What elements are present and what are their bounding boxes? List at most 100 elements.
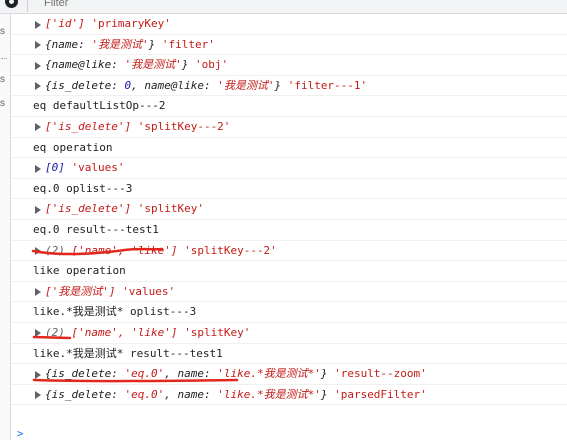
message-text: ['我是测试'] 'values' xyxy=(34,285,175,298)
message-token: '我是测试' xyxy=(124,58,182,72)
expand-triangle-icon[interactable] xyxy=(35,164,41,173)
message-token: 'primaryKey' xyxy=(84,17,171,30)
message-text: like operation xyxy=(33,264,126,277)
message-token: ['name', 'like'] xyxy=(71,243,178,257)
console-prompt-icon[interactable]: > xyxy=(17,427,24,440)
message-text: ['id'] 'primaryKey' xyxy=(34,17,171,30)
message-token: 'filter' xyxy=(155,37,215,51)
message-token: [0] xyxy=(45,161,65,175)
expand-triangle-icon[interactable] xyxy=(35,288,41,297)
message-token: 'parsedFilter' xyxy=(327,387,427,401)
message-token: eq operation xyxy=(33,140,113,154)
console-object-entry[interactable]: {name: '我是测试'} 'filter' xyxy=(11,35,567,56)
message-text: [0] 'values' xyxy=(34,161,124,174)
console-object-entry[interactable]: ['is_delete'] 'splitKey' xyxy=(11,199,567,220)
message-token: ['name', 'like'] xyxy=(71,325,178,339)
message-token: ['我是测试'] xyxy=(45,284,116,298)
console-object-entry[interactable]: {is_delete: 'eq.0', name: 'like.*我是测试*'}… xyxy=(11,364,567,385)
message-token: like.*我是测试* result---test1 xyxy=(33,346,223,360)
message-token: eq.0 result---test1 xyxy=(33,222,159,236)
message-token: 'like.*我是测试*' xyxy=(217,367,321,381)
console-log: ['id'] 'primaryKey' {name: '我是测试'} 'filte… xyxy=(11,14,567,406)
message-text: {is_delete: 'eq.0', name: 'like.*我是测试*'}… xyxy=(34,367,427,380)
console-object-entry[interactable]: {is_delete: 0, name@like: '我是测试'} 'filte… xyxy=(11,76,567,97)
message-text: ['is_delete'] 'splitKey---2' xyxy=(34,120,230,133)
message-token: 'result--zoom' xyxy=(327,367,427,381)
message-token: , name@like: xyxy=(131,78,218,92)
message-token: 'obj' xyxy=(188,58,229,72)
message-text: eq.0 result---test1 xyxy=(33,223,159,236)
message-text: {is_delete: 'eq.0', name: 'like.*我是测试*'}… xyxy=(34,388,427,401)
message-text: eq.0 oplist---3 xyxy=(33,182,132,195)
console-message: eq.0 oplist---3 xyxy=(11,179,567,200)
message-token: 'splitKey' xyxy=(177,325,251,339)
toolbar-divider xyxy=(27,0,28,12)
message-token: ['is_delete'] xyxy=(45,119,132,133)
left-sidebar-edge: s s s xyxy=(0,14,11,440)
console-toolbar xyxy=(0,0,567,14)
console-object-entry[interactable]: ['我是测试'] 'values' xyxy=(11,282,567,303)
message-text: like.*我是测试* oplist---3 xyxy=(33,305,196,318)
filter-input[interactable] xyxy=(44,0,344,10)
message-token: {name@like: xyxy=(45,58,125,72)
message-text: (2) ['name', 'like'] 'splitKey' xyxy=(34,326,250,339)
console-object-entry[interactable]: ['is_delete'] 'splitKey---2' xyxy=(11,117,567,138)
message-token: eq defaultListOp---2 xyxy=(33,99,166,113)
console-message: eq operation xyxy=(11,138,567,159)
message-text: eq operation xyxy=(33,141,112,154)
expand-triangle-icon[interactable] xyxy=(35,41,41,50)
console-object-entry[interactable]: {name@like: '我是测试'} 'obj' xyxy=(11,55,567,76)
message-token: {name: xyxy=(45,37,92,51)
message-token: 'values' xyxy=(64,161,125,175)
expand-triangle-icon[interactable] xyxy=(35,247,41,256)
console-message: eq.0 result---test1 xyxy=(11,220,567,241)
console-object-entry[interactable]: ['id'] 'primaryKey' xyxy=(11,14,567,35)
console-message: eq defaultListOp---2 xyxy=(11,96,567,117)
message-token: '我是测试' xyxy=(91,37,149,51)
sidebar-divider xyxy=(1,58,7,59)
message-token: (2) xyxy=(45,325,72,339)
expand-triangle-icon[interactable] xyxy=(35,391,41,400)
message-token: {is_delete: xyxy=(45,387,125,401)
message-token: 'values' xyxy=(115,284,176,298)
message-text: eq defaultListOp---2 xyxy=(33,99,165,112)
console-message: like.*我是测试* result---test1 xyxy=(11,344,567,365)
message-token: like.*我是测试* oplist---3 xyxy=(33,305,197,319)
message-token: 'splitKey' xyxy=(131,202,204,216)
message-token: ['id'] xyxy=(45,17,85,30)
message-token: 'filter---1' xyxy=(281,78,368,92)
message-token: , name: xyxy=(164,387,218,401)
expand-triangle-icon[interactable] xyxy=(35,205,41,214)
expand-triangle-icon[interactable] xyxy=(35,61,41,70)
console-message: like.*我是测试* oplist---3 xyxy=(11,302,567,323)
expand-triangle-icon[interactable] xyxy=(35,123,41,132)
message-text: ['is_delete'] 'splitKey' xyxy=(34,202,204,215)
console-object-entry[interactable]: (2) ['name', 'like'] 'splitKey---2' xyxy=(11,241,567,262)
message-text: (2) ['name', 'like'] 'splitKey---2' xyxy=(34,244,277,257)
message-token: {is_delete: xyxy=(45,78,125,92)
message-token: 'splitKey---2' xyxy=(131,119,231,133)
message-token: 'eq.0' xyxy=(124,387,165,401)
expand-triangle-icon[interactable] xyxy=(35,82,41,91)
message-token: 'eq.0' xyxy=(124,367,165,381)
sidebar-label: s xyxy=(0,74,5,85)
message-text: {name: '我是测试'} 'filter' xyxy=(34,38,215,51)
message-token: ['is_delete'] xyxy=(45,202,132,216)
message-token: 'like.*我是测试*' xyxy=(217,387,321,401)
sidebar-label: s xyxy=(0,26,5,37)
message-token: eq.0 oplist---3 xyxy=(33,181,133,195)
message-token: '我是测试' xyxy=(217,78,275,92)
message-token: (2) xyxy=(45,243,72,257)
console-object-entry[interactable]: {is_delete: 'eq.0', name: 'like.*我是测试*'}… xyxy=(11,385,567,406)
message-text: like.*我是测试* result---test1 xyxy=(33,347,223,360)
message-text: {is_delete: 0, name@like: '我是测试'} 'filte… xyxy=(34,79,367,92)
console-object-entry[interactable]: (2) ['name', 'like'] 'splitKey' xyxy=(11,323,567,344)
message-token: 'splitKey---2' xyxy=(177,243,277,257)
sidebar-label: s xyxy=(0,98,5,109)
settings-gear-icon[interactable] xyxy=(5,0,18,8)
expand-triangle-icon[interactable] xyxy=(35,370,41,379)
expand-triangle-icon[interactable] xyxy=(35,20,41,29)
message-token: , name: xyxy=(164,367,218,381)
console-object-entry[interactable]: [0] 'values' xyxy=(11,158,567,179)
expand-triangle-icon[interactable] xyxy=(35,329,41,338)
